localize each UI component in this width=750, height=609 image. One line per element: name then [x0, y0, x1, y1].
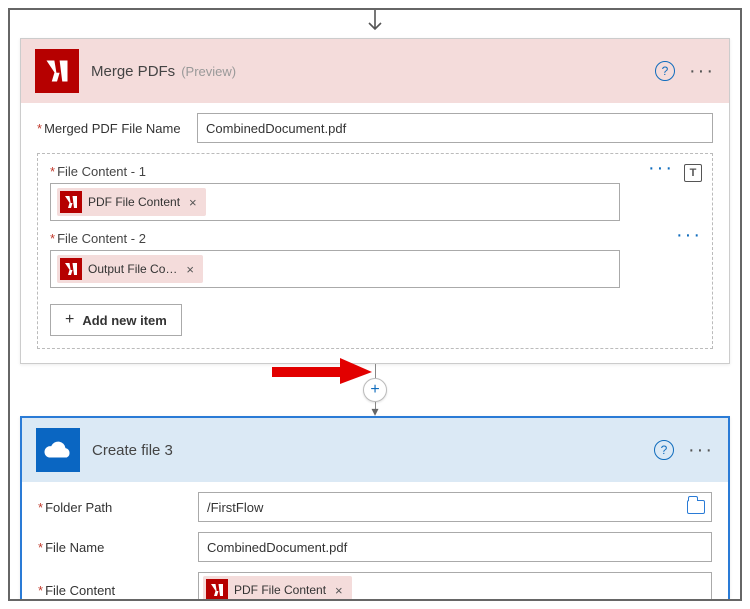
card-title: Create file 3 [92, 442, 173, 459]
file-name-label: *File Name [38, 540, 198, 555]
pdf-file-content-token: PDF File Content × [57, 188, 206, 216]
file-content-label: *File Content [38, 583, 198, 598]
switch-mode-icon[interactable]: T [684, 164, 702, 182]
more-menu-icon[interactable]: ··· [689, 68, 715, 74]
adobe-icon [35, 49, 79, 93]
file-content-group: *File Content - 1 ··· T PDF File Content… [37, 153, 713, 349]
add-new-item-button[interactable]: + Add new item [50, 304, 182, 336]
remove-token-icon[interactable]: × [186, 195, 200, 210]
file-content-2-input[interactable]: Output File Co… × [50, 250, 620, 288]
create-file-header[interactable]: Create file 3 ? ··· [22, 418, 728, 482]
file-name-input[interactable]: CombinedDocument.pdf [198, 532, 712, 562]
insert-step-connector: + ▾ [10, 364, 740, 416]
preview-label: (Preview) [181, 64, 236, 79]
item-menu-icon[interactable]: ··· [648, 164, 674, 182]
help-icon[interactable]: ? [654, 440, 674, 460]
more-menu-icon[interactable]: ··· [688, 447, 714, 453]
file-content-input[interactable]: PDF File Content × [198, 572, 712, 601]
incoming-arrow-icon [10, 10, 740, 38]
folder-path-input[interactable]: /FirstFlow [198, 492, 712, 522]
adobe-icon [60, 191, 82, 213]
folder-picker-icon[interactable] [687, 500, 705, 514]
merge-pdfs-card: Merge PDFs (Preview) ? ··· *Merged PDF F… [20, 38, 730, 364]
adobe-icon [206, 579, 228, 601]
output-file-content-token: Output File Co… × [57, 255, 203, 283]
file-content-1-input[interactable]: PDF File Content × [50, 183, 620, 221]
remove-token-icon[interactable]: × [183, 262, 197, 277]
file-content-2-label: *File Content - 2 [50, 231, 700, 246]
flow-canvas: Merge PDFs (Preview) ? ··· *Merged PDF F… [8, 8, 742, 601]
help-icon[interactable]: ? [655, 61, 675, 81]
remove-token-icon[interactable]: × [332, 583, 346, 598]
plus-icon: + [65, 311, 74, 329]
create-file-body: *Folder Path /FirstFlow *File Name Combi… [22, 482, 728, 601]
pdf-file-content-token: PDF File Content × [203, 576, 352, 601]
card-title: Merge PDFs [91, 63, 175, 80]
create-file-card: Create file 3 ? ··· *Folder Path /FirstF… [20, 416, 730, 601]
onedrive-icon [36, 428, 80, 472]
item-menu-icon[interactable]: ··· [676, 231, 702, 239]
insert-step-button[interactable]: + [363, 378, 387, 402]
merged-name-label: *Merged PDF File Name [37, 121, 197, 136]
merge-pdfs-body: *Merged PDF File Name CombinedDocument.p… [21, 103, 729, 363]
merged-name-input[interactable]: CombinedDocument.pdf [197, 113, 713, 143]
adobe-icon [60, 258, 82, 280]
folder-path-label: *Folder Path [38, 500, 198, 515]
file-content-1-label: *File Content - 1 [50, 164, 700, 179]
merge-pdfs-header[interactable]: Merge PDFs (Preview) ? ··· [21, 39, 729, 103]
